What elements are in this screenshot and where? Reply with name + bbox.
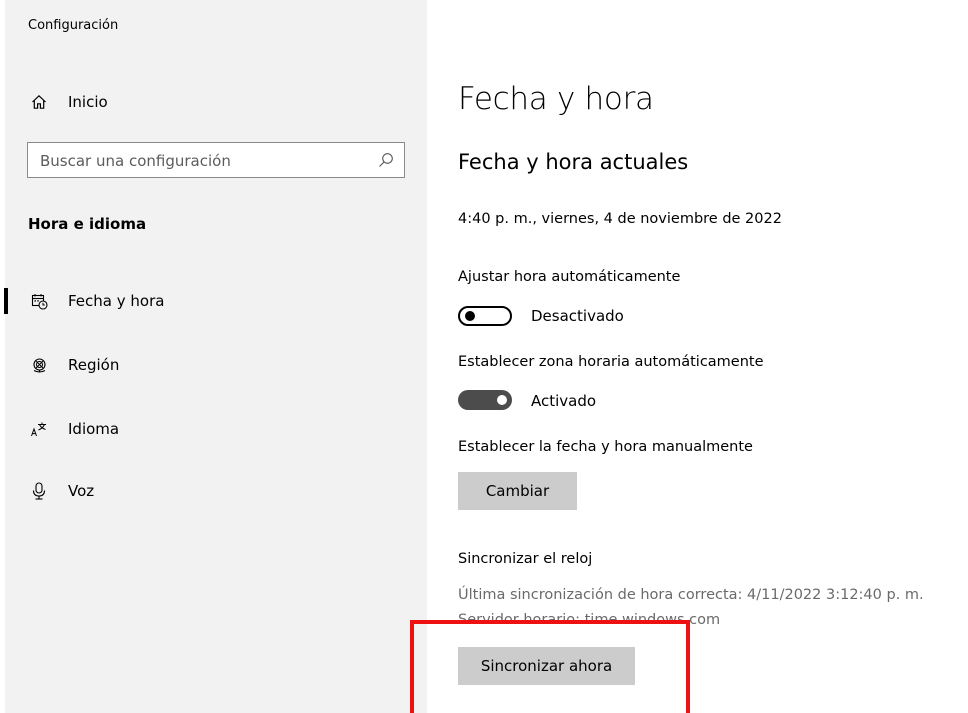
annotation-box-top (410, 620, 690, 624)
sidebar-item-date-time[interactable]: Fecha y hora (5, 281, 427, 321)
sync-title: Sincronizar el reloj (458, 551, 593, 567)
sidebar-item-label: Idioma (68, 420, 120, 438)
section-title: Hora e idioma (28, 215, 147, 233)
globe-icon (30, 356, 48, 374)
search-icon[interactable] (378, 152, 394, 168)
sidebar-item-label: Inicio (68, 93, 108, 111)
sidebar-item-label: Voz (68, 482, 95, 500)
auto-time-state: Desactivado (531, 307, 624, 325)
microphone-icon (30, 482, 48, 500)
toggle-knob (497, 395, 507, 405)
auto-timezone-label: Establecer zona horaria automáticamente (458, 354, 764, 370)
search-box[interactable] (27, 142, 405, 179)
annotation-box-right (686, 620, 690, 713)
sidebar-item-label: Región (68, 356, 120, 374)
auto-timezone-toggle[interactable] (458, 390, 512, 410)
language-icon (30, 420, 48, 438)
page-title: Fecha y hora (458, 81, 654, 117)
search-input[interactable] (38, 143, 362, 179)
last-sync-text: Última sincronización de hora correcta: … (458, 587, 924, 603)
sync-now-button[interactable]: Sincronizar ahora (458, 647, 635, 685)
sidebar-item-home[interactable]: Inicio (5, 82, 427, 122)
home-icon (30, 93, 48, 111)
annotation-box-left (410, 620, 414, 713)
current-datetime: 4:40 p. m., viernes, 4 de noviembre de 2… (458, 211, 782, 227)
sidebar: Configuración Inicio Hora e idioma Fecha… (5, 0, 427, 713)
auto-time-label: Ajustar hora automáticamente (458, 269, 681, 285)
auto-time-toggle[interactable] (458, 306, 512, 326)
sidebar-item-language[interactable]: Idioma (5, 409, 427, 449)
toggle-knob (465, 311, 475, 321)
manual-time-label: Establecer la fecha y hora manualmente (458, 439, 753, 455)
calendar-clock-icon (30, 292, 48, 310)
sidebar-item-voice[interactable]: Voz (5, 471, 427, 511)
main-content: Fecha y hora Fecha y hora actuales 4:40 … (427, 0, 968, 713)
sidebar-item-region[interactable]: Región (5, 345, 427, 385)
auto-timezone-state: Activado (531, 392, 597, 410)
sidebar-item-label: Fecha y hora (68, 292, 165, 310)
section-heading: Fecha y hora actuales (458, 150, 689, 174)
selection-indicator (4, 288, 8, 314)
change-button[interactable]: Cambiar (458, 472, 577, 510)
app-title: Configuración (28, 18, 119, 33)
